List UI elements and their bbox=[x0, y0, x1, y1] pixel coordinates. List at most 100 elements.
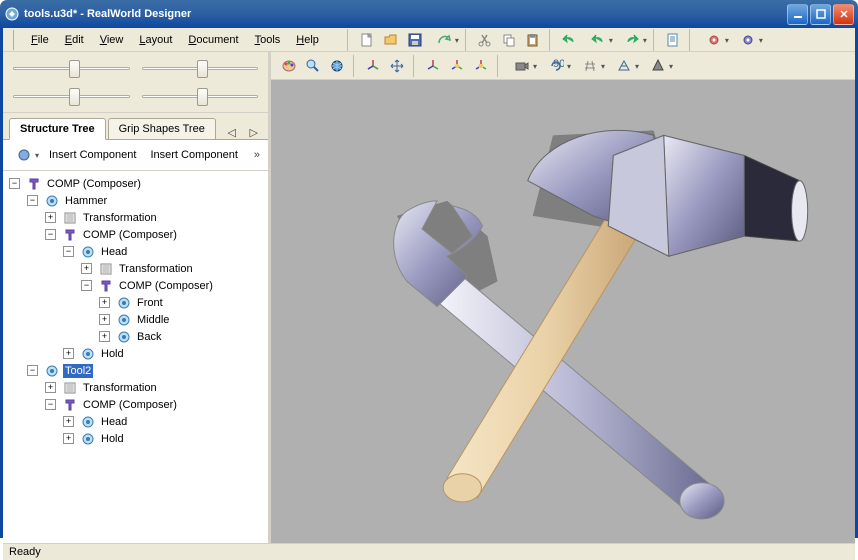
menu-document[interactable]: Document bbox=[180, 31, 246, 49]
structure-tree[interactable]: −COMP (Composer)−Hammer+Transformation−C… bbox=[3, 171, 268, 543]
shade-icon[interactable] bbox=[641, 54, 675, 78]
menu-layout[interactable]: Layout bbox=[131, 31, 180, 49]
tree-row[interactable]: + Hold bbox=[5, 345, 266, 362]
save-icon[interactable] bbox=[403, 28, 427, 52]
collapse-icon[interactable]: − bbox=[27, 365, 38, 376]
tree-label[interactable]: COMP (Composer) bbox=[117, 279, 215, 293]
minimize-button[interactable] bbox=[787, 4, 808, 25]
new-icon[interactable] bbox=[355, 28, 379, 52]
tree-row[interactable]: + Transformation bbox=[5, 379, 266, 396]
tree-row[interactable]: + Hold bbox=[5, 430, 266, 447]
menu-view[interactable]: View bbox=[92, 31, 132, 49]
tree-label[interactable]: Hold bbox=[99, 432, 126, 446]
tree-label[interactable]: COMP (Composer) bbox=[81, 228, 179, 242]
tree-label[interactable]: Front bbox=[135, 296, 165, 310]
doc-icon[interactable] bbox=[661, 28, 685, 52]
collapse-icon[interactable]: − bbox=[45, 399, 56, 410]
maximize-button[interactable] bbox=[810, 4, 831, 25]
collapse-icon[interactable]: − bbox=[27, 195, 38, 206]
tree-row[interactable]: + Middle bbox=[5, 311, 266, 328]
rotate90-icon[interactable]: 90 bbox=[539, 54, 573, 78]
tab-prev-icon[interactable]: ◁ bbox=[223, 126, 239, 139]
tree-label[interactable]: Transformation bbox=[81, 211, 159, 225]
undo-icon[interactable] bbox=[557, 28, 581, 52]
camera-icon[interactable] bbox=[505, 54, 539, 78]
tab-structure-tree[interactable]: Structure Tree bbox=[9, 118, 106, 140]
tree-row[interactable]: + Back bbox=[5, 328, 266, 345]
insert-component-2[interactable]: Insert Component bbox=[144, 147, 243, 163]
tree-row[interactable]: + Head bbox=[5, 413, 266, 430]
tree-row[interactable]: − COMP (Composer) bbox=[5, 175, 266, 192]
tree-toolbar-more-icon[interactable]: » bbox=[250, 149, 264, 161]
tree-obj-icon[interactable] bbox=[7, 143, 41, 167]
axis2-icon[interactable] bbox=[421, 54, 445, 78]
close-button[interactable] bbox=[833, 4, 854, 25]
slider-3[interactable] bbox=[13, 86, 130, 106]
tree-label[interactable]: Middle bbox=[135, 313, 171, 327]
globe-icon[interactable] bbox=[325, 54, 349, 78]
undo-dd-icon[interactable] bbox=[581, 28, 615, 52]
slider-4[interactable] bbox=[142, 86, 259, 106]
cut-icon[interactable] bbox=[473, 28, 497, 52]
collapse-icon[interactable]: − bbox=[63, 246, 74, 257]
zoom-icon[interactable] bbox=[301, 54, 325, 78]
paste-icon[interactable] bbox=[521, 28, 545, 52]
history-icon[interactable] bbox=[427, 28, 461, 52]
tree-row[interactable]: − Hammer bbox=[5, 192, 266, 209]
menu-edit[interactable]: Edit bbox=[57, 31, 92, 49]
slider-2[interactable] bbox=[142, 58, 259, 78]
tree-label[interactable]: Hammer bbox=[63, 194, 109, 208]
insert-component-1[interactable]: Insert Component bbox=[43, 147, 142, 163]
copy-icon[interactable] bbox=[497, 28, 521, 52]
tree-label[interactable]: COMP (Composer) bbox=[45, 177, 143, 191]
axis4-icon[interactable] bbox=[469, 54, 493, 78]
palette-icon[interactable] bbox=[277, 54, 301, 78]
collapse-icon[interactable]: − bbox=[45, 229, 56, 240]
menu-tools[interactable]: Tools bbox=[247, 31, 289, 49]
open-icon[interactable] bbox=[379, 28, 403, 52]
tree-row[interactable]: − Tool2 bbox=[5, 362, 266, 379]
menu-help[interactable]: Help bbox=[288, 31, 327, 49]
axis3-icon[interactable] bbox=[445, 54, 469, 78]
tree-row[interactable]: − COMP (Composer) bbox=[5, 226, 266, 243]
expand-icon[interactable]: + bbox=[45, 382, 56, 393]
expand-icon[interactable]: + bbox=[63, 433, 74, 444]
tree-label[interactable]: Back bbox=[135, 330, 163, 344]
tree-row[interactable]: − COMP (Composer) bbox=[5, 396, 266, 413]
expand-icon[interactable]: + bbox=[99, 331, 110, 342]
window-title: tools.u3d* - RealWorld Designer bbox=[24, 8, 787, 20]
tab-grip-shapes[interactable]: Grip Shapes Tree bbox=[108, 118, 216, 139]
tab-next-icon[interactable]: ▷ bbox=[246, 126, 262, 139]
tree-label[interactable]: Transformation bbox=[81, 381, 159, 395]
tree-label[interactable]: COMP (Composer) bbox=[81, 398, 179, 412]
tree-label[interactable]: Head bbox=[99, 245, 129, 259]
menu-file[interactable]: File bbox=[23, 31, 57, 49]
tree-row[interactable]: − Head bbox=[5, 243, 266, 260]
expand-icon[interactable]: + bbox=[63, 348, 74, 359]
grid-icon[interactable] bbox=[573, 54, 607, 78]
collapse-icon[interactable]: − bbox=[9, 178, 20, 189]
xform-icon bbox=[62, 380, 78, 396]
tree-label[interactable]: Hold bbox=[99, 347, 126, 361]
slider-1[interactable] bbox=[13, 58, 130, 78]
tree-row[interactable]: + Transformation bbox=[5, 260, 266, 277]
tree-row[interactable]: + Transformation bbox=[5, 209, 266, 226]
tree-row[interactable]: + Front bbox=[5, 294, 266, 311]
gear2-icon[interactable] bbox=[731, 28, 765, 52]
tree-label[interactable]: Tool2 bbox=[63, 364, 93, 378]
tree-label[interactable]: Head bbox=[99, 415, 129, 429]
move-icon[interactable] bbox=[385, 54, 409, 78]
expand-icon[interactable]: + bbox=[45, 212, 56, 223]
wireframe-icon[interactable] bbox=[607, 54, 641, 78]
collapse-icon[interactable]: − bbox=[81, 280, 92, 291]
axis1-icon[interactable] bbox=[361, 54, 385, 78]
3d-viewport[interactable] bbox=[271, 80, 855, 543]
expand-icon[interactable]: + bbox=[99, 314, 110, 325]
gear1-icon[interactable] bbox=[697, 28, 731, 52]
expand-icon[interactable]: + bbox=[99, 297, 110, 308]
tree-row[interactable]: − COMP (Composer) bbox=[5, 277, 266, 294]
expand-icon[interactable]: + bbox=[63, 416, 74, 427]
tree-label[interactable]: Transformation bbox=[117, 262, 195, 276]
redo-dd-icon[interactable] bbox=[615, 28, 649, 52]
expand-icon[interactable]: + bbox=[81, 263, 92, 274]
